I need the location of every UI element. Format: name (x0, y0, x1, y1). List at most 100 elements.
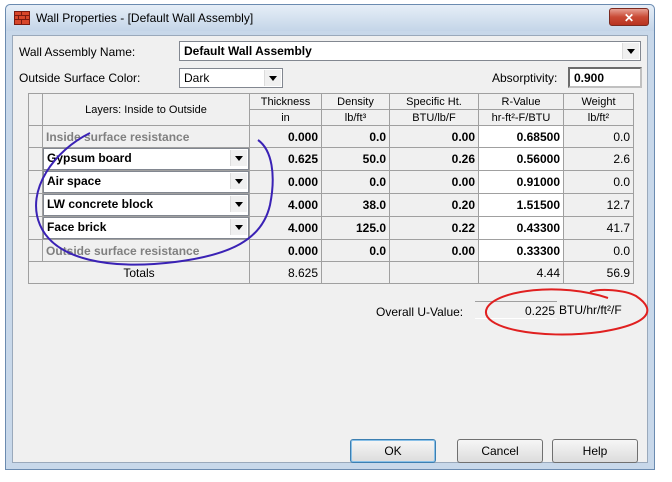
close-button[interactable]: ✕ (609, 8, 649, 26)
table-row[interactable]: Inside surface resistance 0.000 0.0 0.00… (28, 125, 634, 148)
specific-ht-cell[interactable]: 0.20 (389, 193, 479, 217)
row-header-corner (28, 93, 43, 126)
table-row[interactable]: LW concrete block 4.000 38.0 0.20 1.5150… (28, 193, 634, 217)
density-cell[interactable]: 0.0 (321, 239, 390, 262)
column-header-weight: Weight (563, 93, 634, 110)
unit-weight: lb/ft² (563, 109, 634, 126)
layer-select[interactable]: LW concrete block (43, 194, 249, 216)
unit-r-value: hr-ft²-F/BTU (478, 109, 564, 126)
layers-table: Layers: Inside to Outside Thickness Dens… (28, 93, 634, 284)
chevron-down-icon[interactable] (230, 196, 247, 212)
u-value-unit: BTU/hr/ft²/F (559, 303, 622, 317)
layer-cell: Air space (42, 170, 250, 194)
layer-select[interactable]: Face brick (43, 217, 249, 239)
weight-cell: 2.6 (563, 147, 634, 171)
layer-name: Air space (47, 174, 102, 188)
table-row[interactable]: Gypsum board 0.625 50.0 0.26 0.56000 2.6 (28, 147, 634, 171)
totals-label: Totals (28, 261, 250, 284)
specific-ht-cell[interactable]: 0.00 (389, 239, 479, 262)
wall-assembly-name-label: Wall Assembly Name: (19, 45, 136, 59)
specific-ht-cell[interactable]: 0.26 (389, 147, 479, 171)
row-header[interactable] (28, 147, 43, 171)
specific-ht-cell[interactable]: 0.00 (389, 170, 479, 194)
table-row[interactable]: Face brick 4.000 125.0 0.22 0.43300 41.7 (28, 216, 634, 240)
totals-r-value: 4.44 (478, 261, 564, 284)
unit-thickness: in (249, 109, 322, 126)
overall-u-value-label: Overall U-Value: (376, 305, 464, 319)
column-header-density: Density (321, 93, 390, 110)
density-cell[interactable]: 0.0 (321, 125, 390, 148)
thickness-cell[interactable]: 4.000 (249, 193, 322, 217)
outside-surface-color-select[interactable]: Dark (179, 68, 283, 88)
layer-name: Inside surface resistance (42, 125, 250, 148)
layer-select[interactable]: Air space (43, 171, 249, 193)
row-header[interactable] (28, 239, 43, 262)
layer-name: LW concrete block (47, 197, 154, 211)
absorptivity-label: Absorptivity: (492, 71, 558, 85)
column-header-layers: Layers: Inside to Outside (42, 93, 250, 126)
chevron-down-icon[interactable] (264, 70, 281, 86)
column-header-thickness: Thickness (249, 93, 322, 110)
layer-cell: LW concrete block (42, 193, 250, 217)
outside-surface-color-label: Outside Surface Color: (19, 71, 141, 85)
layer-name: Outside surface resistance (42, 239, 250, 262)
thickness-cell[interactable]: 0.000 (249, 125, 322, 148)
title-bar: Wall Properties - [Default Wall Assembly… (6, 5, 654, 31)
column-header-specific-ht: Specific Ht. (389, 93, 479, 110)
weight-cell: 0.0 (563, 239, 634, 262)
density-cell[interactable]: 38.0 (321, 193, 390, 217)
app-icon (14, 11, 30, 25)
totals-row: Totals 8.625 4.44 56.9 (28, 261, 634, 284)
chevron-down-icon[interactable] (230, 219, 247, 235)
r-value-cell[interactable]: 0.43300 (478, 216, 564, 240)
layer-cell: Gypsum board (42, 147, 250, 171)
chevron-down-icon[interactable] (622, 43, 639, 59)
r-value-cell[interactable]: 0.56000 (478, 147, 564, 171)
r-value-cell[interactable]: 1.51500 (478, 193, 564, 217)
unit-density: lb/ft³ (321, 109, 390, 126)
density-cell[interactable]: 50.0 (321, 147, 390, 171)
window-title: Wall Properties - [Default Wall Assembly… (36, 11, 254, 25)
help-button[interactable]: Help (552, 439, 638, 463)
layer-name: Gypsum board (47, 151, 132, 165)
row-header[interactable] (28, 125, 43, 148)
thickness-cell[interactable]: 4.000 (249, 216, 322, 240)
absorptivity-input[interactable]: 0.900 (568, 67, 642, 88)
outside-surface-color-value: Dark (184, 71, 210, 85)
column-header-r-value: R-Value (478, 93, 564, 110)
table-header-row: Layers: Inside to Outside Thickness Dens… (28, 93, 634, 126)
ok-button[interactable]: OK (350, 439, 436, 463)
chevron-down-icon[interactable] (230, 150, 247, 166)
layer-select[interactable]: Gypsum board (43, 148, 249, 170)
totals-thickness: 8.625 (249, 261, 322, 284)
totals-weight: 56.9 (563, 261, 634, 284)
wall-assembly-name-select[interactable]: Default Wall Assembly (179, 41, 641, 61)
row-header[interactable] (28, 170, 43, 194)
row-header[interactable] (28, 193, 43, 217)
specific-ht-cell[interactable]: 0.00 (389, 125, 479, 148)
layer-cell: Face brick (42, 216, 250, 240)
thickness-cell[interactable]: 0.625 (249, 147, 322, 171)
r-value-cell[interactable]: 0.68500 (478, 125, 564, 148)
r-value-cell[interactable]: 0.33300 (478, 239, 564, 262)
density-cell[interactable]: 125.0 (321, 216, 390, 240)
weight-cell: 12.7 (563, 193, 634, 217)
chevron-down-icon[interactable] (230, 173, 247, 189)
layer-name: Face brick (47, 220, 107, 234)
specific-ht-cell[interactable]: 0.22 (389, 216, 479, 240)
r-value-cell[interactable]: 0.91000 (478, 170, 564, 194)
overall-u-value: 0.225 (475, 301, 557, 319)
density-cell[interactable]: 0.0 (321, 170, 390, 194)
table-row[interactable]: Outside surface resistance 0.000 0.0 0.0… (28, 239, 634, 262)
unit-specific-ht: BTU/lb/F (389, 109, 479, 126)
totals-density-empty (321, 261, 390, 284)
cancel-button[interactable]: Cancel (457, 439, 543, 463)
totals-specific-ht-empty (389, 261, 479, 284)
thickness-cell[interactable]: 0.000 (249, 170, 322, 194)
weight-cell: 41.7 (563, 216, 634, 240)
table-row[interactable]: Air space 0.000 0.0 0.00 0.91000 0.0 (28, 170, 634, 194)
thickness-cell[interactable]: 0.000 (249, 239, 322, 262)
weight-cell: 0.0 (563, 170, 634, 194)
row-header[interactable] (28, 216, 43, 240)
weight-cell: 0.0 (563, 125, 634, 148)
